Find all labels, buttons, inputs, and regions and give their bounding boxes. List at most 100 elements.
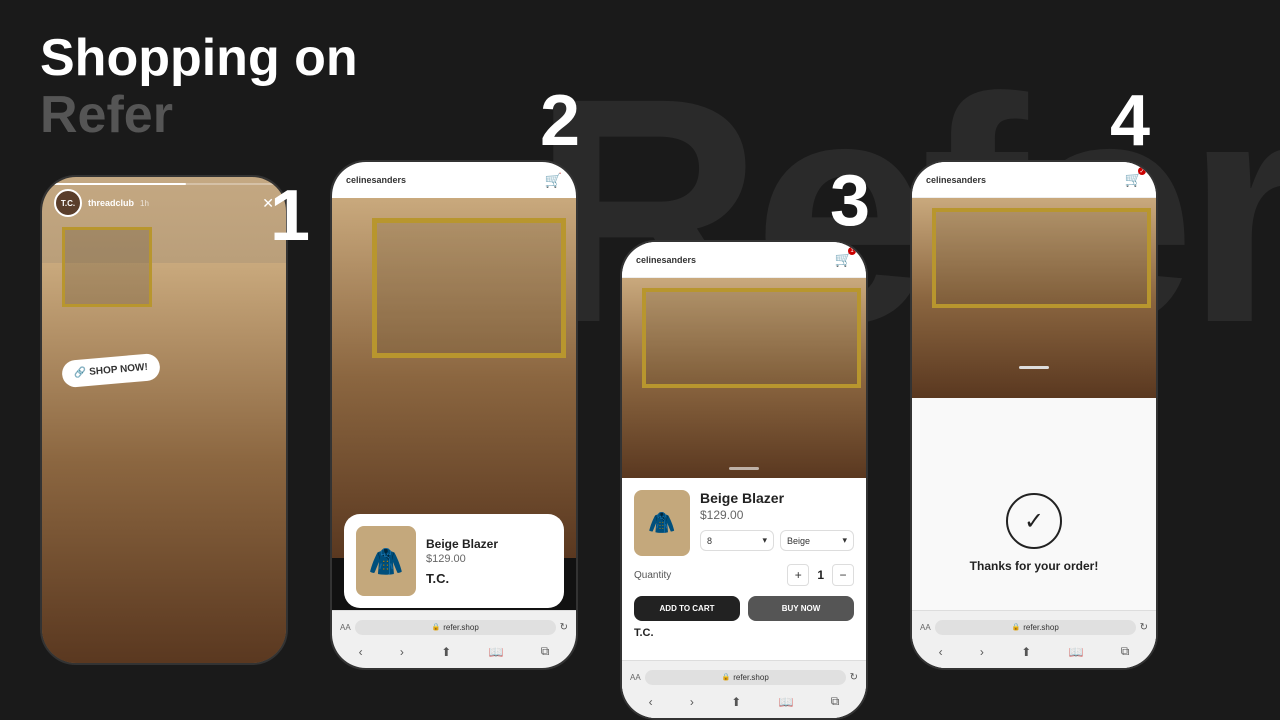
phone-2: celinesanders 🛒 🧥 Beige Blazer $129.00 (330, 160, 578, 670)
browser-url-3[interactable]: 🔒 refer.shop (645, 670, 846, 685)
back-icon-3[interactable]: ‹ (649, 695, 653, 709)
bookmarks-icon[interactable]: 📖 (489, 645, 504, 659)
url-text: refer.shop (443, 623, 479, 632)
mirror-in-image-4 (932, 208, 1151, 308)
phone-4-username: celinesanders (926, 175, 986, 185)
phone-1-bg: T.C. threadclub 1h ✕ 🔗 SHOP NOW! (42, 177, 286, 663)
phone-1-screen: T.C. threadclub 1h ✕ 🔗 SHOP NOW! (42, 177, 286, 663)
product-card: 🧥 Beige Blazer $129.00 T.C. (344, 514, 564, 608)
phone-4-header: celinesanders 🛒✓ (912, 162, 1156, 198)
lock-icon-4: 🔒 (1011, 623, 1020, 631)
avatar: T.C. (54, 189, 82, 217)
phone-3-screen: celinesanders 🛒1 🧥 Beige Blazer $129.00 … (622, 242, 866, 718)
browser-url-4[interactable]: 🔒 refer.shop (935, 620, 1136, 635)
action-buttons: ADD TO CART BUY NOW (634, 596, 854, 621)
reload-icon-4[interactable]: ↻ (1140, 622, 1148, 633)
page-header: Shopping on Refer (40, 30, 358, 144)
browser-bar-3: AA 🔒 refer.shop ↻ ‹ › ⬆ 📖 ⧉ (622, 660, 866, 718)
phone-4: celinesanders 🛒✓ ✓ Thanks for your order… (910, 160, 1158, 670)
product-detail-thumb: 🧥 (634, 490, 690, 556)
product-price: $129.00 (426, 553, 552, 565)
story-progress-fill (54, 183, 186, 185)
share-icon[interactable]: ⬆ (441, 645, 451, 659)
tabs-icon-4[interactable]: ⧉ (1121, 644, 1130, 659)
back-icon[interactable]: ‹ (359, 645, 363, 659)
product-detail-price: $129.00 (700, 508, 854, 522)
phone-1: T.C. threadclub 1h ✕ 🔗 SHOP NOW! (40, 175, 288, 665)
browser-aa: AA (340, 623, 351, 632)
phone-3-header: celinesanders 🛒1 (622, 242, 866, 278)
browser-url-row-4: AA 🔒 refer.shop ↻ (920, 620, 1148, 635)
step-3-number: 3 (830, 160, 870, 242)
story-header: T.C. threadclub 1h ✕ (54, 189, 274, 217)
header-line1: Shopping on (40, 30, 358, 87)
buy-now-button[interactable]: BUY NOW (748, 596, 854, 621)
cart-icon[interactable]: 🛒 (545, 172, 562, 189)
tabs-icon[interactable]: ⧉ (541, 644, 550, 659)
blazer-icon: 🧥 (369, 545, 404, 578)
cart-icon-badge[interactable]: 🛒1 (835, 251, 852, 268)
cart-badge-4: ✓ (1138, 167, 1146, 175)
story-user-info: threadclub 1h (88, 198, 262, 208)
phone-3: celinesanders 🛒1 🧥 Beige Blazer $129.00 … (620, 240, 868, 720)
browser-url[interactable]: 🔒 refer.shop (355, 620, 556, 635)
forward-icon[interactable]: › (400, 645, 404, 659)
reload-icon[interactable]: ↻ (560, 622, 568, 633)
product-card-inner: 🧥 Beige Blazer $129.00 T.C. (356, 526, 552, 596)
shop-now-text: 🔗 SHOP NOW! (74, 362, 149, 379)
browser-bar-2: AA 🔒 refer.shop ↻ ‹ › ⬆ 📖 ⧉ (332, 610, 576, 668)
sheet-handle (1019, 366, 1049, 369)
back-icon-4[interactable]: ‹ (939, 645, 943, 659)
phone-3-username: celinesanders (636, 255, 696, 265)
browser-nav: ‹ › ⬆ 📖 ⧉ (340, 644, 568, 659)
quantity-label: Quantity (634, 570, 779, 581)
phone-2-header: celinesanders 🛒 (332, 162, 576, 198)
product-brand: T.C. (426, 571, 552, 586)
brand-badge-3: T.C. (634, 627, 854, 639)
tabs-icon-3[interactable]: ⧉ (831, 694, 840, 709)
bookmarks-icon-4[interactable]: 📖 (1069, 645, 1084, 659)
phone-2-username: celinesanders (346, 175, 406, 185)
mirror-frame (372, 218, 566, 358)
bookmarks-icon-3[interactable]: 📖 (779, 695, 794, 709)
person-image (42, 263, 286, 663)
browser-aa-3: AA (630, 673, 641, 682)
header-line2: Refer (40, 87, 358, 144)
quantity-minus-button[interactable]: − (832, 564, 854, 586)
mirror-decoration (62, 227, 152, 307)
quantity-value: 1 (817, 568, 824, 582)
mirror-in-image (642, 288, 861, 388)
story-time: 1h (140, 199, 149, 208)
size-value: 8 (707, 536, 712, 546)
order-confirm-text: Thanks for your order! (970, 559, 1099, 573)
reload-icon-3[interactable]: ↻ (850, 672, 858, 683)
lock-icon-3: 🔒 (721, 673, 730, 681)
url-text-4: refer.shop (1023, 623, 1059, 632)
phone-2-screen: celinesanders 🛒 🧥 Beige Blazer $129.00 (332, 162, 576, 668)
product-detail-name: Beige Blazer (700, 490, 854, 506)
add-to-cart-button[interactable]: ADD TO CART (634, 596, 740, 621)
browser-nav-3: ‹ › ⬆ 📖 ⧉ (630, 694, 858, 709)
step-2-number: 2 (540, 80, 580, 162)
forward-icon-4[interactable]: › (980, 645, 984, 659)
share-icon-3[interactable]: ⬆ (731, 695, 741, 709)
size-chevron: ▾ (762, 535, 767, 546)
size-select[interactable]: 8 ▾ (700, 530, 774, 551)
share-icon-4[interactable]: ⬆ (1021, 645, 1031, 659)
quantity-plus-button[interactable]: + (787, 564, 809, 586)
product-thumbnail: 🧥 (356, 526, 416, 596)
lock-icon: 🔒 (431, 623, 440, 631)
browser-url-row: AA 🔒 refer.shop ↻ (340, 620, 568, 635)
forward-icon-3[interactable]: › (690, 695, 694, 709)
color-select[interactable]: Beige ▾ (780, 530, 854, 551)
quantity-row: Quantity + 1 − (634, 564, 854, 586)
cart-icon-badge-4[interactable]: 🛒✓ (1125, 171, 1142, 188)
step-4-number: 4 (1110, 80, 1150, 162)
story-progress (54, 183, 274, 185)
product-info: Beige Blazer $129.00 T.C. (426, 537, 552, 586)
cart-badge: 1 (848, 247, 856, 255)
browser-bar-4: AA 🔒 refer.shop ↻ ‹ › ⬆ 📖 ⧉ (912, 610, 1156, 668)
browser-url-row-3: AA 🔒 refer.shop ↻ (630, 670, 858, 685)
phone-3-image (622, 278, 866, 478)
product-detail-row: 🧥 Beige Blazer $129.00 8 ▾ Beige ▾ (634, 490, 854, 556)
